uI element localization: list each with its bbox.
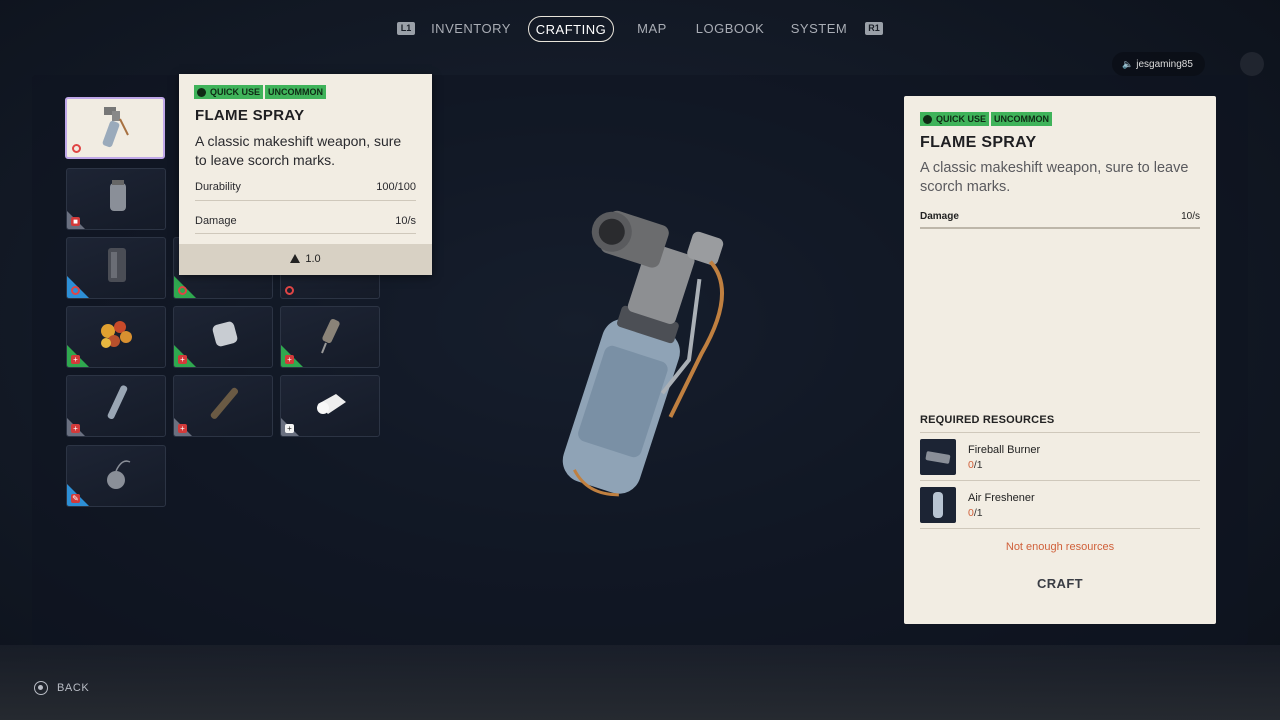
bandage-roll-icon bbox=[212, 321, 238, 347]
crafting-detail-panel: QUICK USE UNCOMMON FLAME SPRAY A classic… bbox=[904, 96, 1216, 624]
item-tooltip: QUICK USE UNCOMMON FLAME SPRAY A classic… bbox=[179, 74, 432, 275]
gear-icon bbox=[923, 114, 932, 124]
top-navigation: L1 INVENTORY CRAFTING MAP LOGBOOK SYSTEM… bbox=[0, 16, 1280, 42]
grid-slot-pocket-watch[interactable]: ✎ bbox=[66, 445, 166, 507]
gear-icon bbox=[197, 87, 206, 97]
craft-button[interactable]: CRAFT bbox=[1010, 572, 1110, 596]
slot-category-icon: ■ bbox=[71, 217, 80, 226]
grid-slot-pipe-tube[interactable]: + bbox=[66, 375, 166, 437]
grid-slot-wrench-tool[interactable]: + bbox=[173, 375, 273, 437]
divider bbox=[920, 528, 1200, 529]
stat-label: Damage bbox=[920, 211, 959, 222]
resource-need: /1 bbox=[973, 507, 983, 519]
background-haze bbox=[0, 645, 1280, 720]
slot-category-icon bbox=[71, 286, 80, 295]
tag-quick-use: QUICK USE bbox=[920, 112, 990, 126]
grid-slot-bandage-roll[interactable]: + bbox=[173, 306, 273, 368]
tooltip-weight: 1.0 bbox=[179, 244, 432, 275]
grid-slot-canister[interactable]: ■ bbox=[66, 168, 166, 230]
resource-name: Fireball Burner bbox=[968, 444, 1041, 456]
gauze-bandage-icon bbox=[317, 394, 346, 414]
tab-map[interactable]: MAP bbox=[628, 16, 676, 42]
resource-need: /1 bbox=[973, 459, 983, 471]
tab-inventory[interactable]: INVENTORY bbox=[428, 16, 514, 42]
tab-system[interactable]: SYSTEM bbox=[788, 16, 850, 42]
slot-category-icon: ✎ bbox=[71, 494, 80, 503]
stat-label: Durability bbox=[195, 181, 241, 193]
not-enough-resources-warning: Not enough resources bbox=[1005, 541, 1115, 553]
back-label: BACK bbox=[57, 682, 90, 694]
speaker-icon: 🔈 bbox=[1122, 59, 1134, 69]
resource-name: Air Freshener bbox=[968, 492, 1035, 504]
flame-spray-icon bbox=[102, 107, 129, 148]
divider bbox=[920, 227, 1200, 229]
detail-tags: QUICK USE UNCOMMON bbox=[920, 112, 1053, 126]
fruit-pile-icon bbox=[101, 321, 132, 348]
flame-spray-preview bbox=[562, 210, 724, 497]
slot-category-icon bbox=[285, 286, 294, 295]
slot-category-icon: + bbox=[71, 424, 80, 433]
tag-quick-use: QUICK USE bbox=[194, 85, 264, 99]
tag-rarity: UNCOMMON bbox=[991, 112, 1053, 126]
weight-icon bbox=[290, 254, 301, 263]
tooltip-description: A classic makeshift weapon, sure to leav… bbox=[195, 133, 402, 168]
tooltip-title: FLAME SPRAY bbox=[195, 107, 305, 124]
slot-category-icon: + bbox=[285, 355, 294, 364]
resource-count: 0/1 bbox=[968, 459, 983, 471]
resource-row[interactable]: Air Freshener 0/1 bbox=[920, 486, 1200, 526]
profile-icon[interactable] bbox=[1240, 52, 1264, 76]
stat-value: 10/s bbox=[395, 215, 416, 227]
slot-category-icon bbox=[72, 144, 81, 153]
slot-category-icon bbox=[178, 286, 187, 295]
canister-icon bbox=[110, 180, 126, 211]
grid-slot-flame-spray[interactable] bbox=[65, 97, 165, 159]
tab-logbook[interactable]: LOGBOOK bbox=[692, 16, 768, 42]
tag-rarity: UNCOMMON bbox=[265, 85, 327, 99]
grid-slot-gauze-bandage[interactable]: + bbox=[280, 375, 380, 437]
username-label: jesgaming85 bbox=[1136, 59, 1193, 70]
tag-quick-use-label: QUICK USE bbox=[936, 114, 987, 124]
stat-label: Damage bbox=[195, 215, 237, 227]
resource-count: 0/1 bbox=[968, 507, 983, 519]
fireball-burner-icon bbox=[920, 439, 956, 475]
divider bbox=[195, 200, 416, 201]
stat-damage: Damage 10/s bbox=[920, 211, 1200, 222]
stat-durability: Durability 100/100 bbox=[195, 181, 416, 193]
pocket-watch-icon bbox=[107, 460, 131, 489]
slot-category-icon: + bbox=[178, 424, 187, 433]
tag-quick-use-label: QUICK USE bbox=[210, 87, 261, 97]
l1-button-hint[interactable]: L1 bbox=[397, 22, 415, 35]
detail-description: A classic makeshift weapon, sure to leav… bbox=[920, 160, 1189, 195]
stat-damage: Damage 10/s bbox=[195, 215, 416, 227]
syringe-injector-icon bbox=[321, 318, 340, 354]
slot-category-icon: + bbox=[71, 355, 80, 364]
divider bbox=[195, 233, 416, 234]
divider bbox=[920, 480, 1200, 481]
slot-category-icon: + bbox=[178, 355, 187, 364]
stat-value: 10/s bbox=[1181, 211, 1200, 222]
backpack-weapon-icon bbox=[108, 248, 126, 282]
grid-slot-fruit-pile[interactable]: + bbox=[66, 306, 166, 368]
grid-slot-syringe-injector[interactable]: + bbox=[280, 306, 380, 368]
back-button[interactable]: BACK bbox=[34, 681, 89, 695]
tab-crafting[interactable]: CRAFTING bbox=[528, 16, 614, 42]
air-freshener-icon bbox=[920, 487, 956, 523]
pipe-tube-icon bbox=[107, 385, 128, 420]
resource-row[interactable]: Fireball Burner 0/1 bbox=[920, 438, 1200, 478]
r1-button-hint[interactable]: R1 bbox=[865, 22, 883, 35]
detail-title: FLAME SPRAY bbox=[920, 134, 1037, 151]
slot-category-icon: + bbox=[285, 424, 294, 433]
weight-value: 1.0 bbox=[305, 253, 321, 265]
circle-button-icon bbox=[34, 681, 48, 695]
grid-slot-backpack-weapon[interactable] bbox=[66, 237, 166, 299]
user-badge: 🔈 jesgaming85 bbox=[1112, 52, 1205, 76]
required-resources-heading: REQUIRED RESOURCES bbox=[920, 414, 1055, 426]
tooltip-tags: QUICK USE UNCOMMON bbox=[194, 85, 327, 99]
wrench-tool-icon bbox=[210, 387, 239, 419]
stat-value: 100/100 bbox=[376, 181, 416, 193]
divider bbox=[920, 432, 1200, 433]
